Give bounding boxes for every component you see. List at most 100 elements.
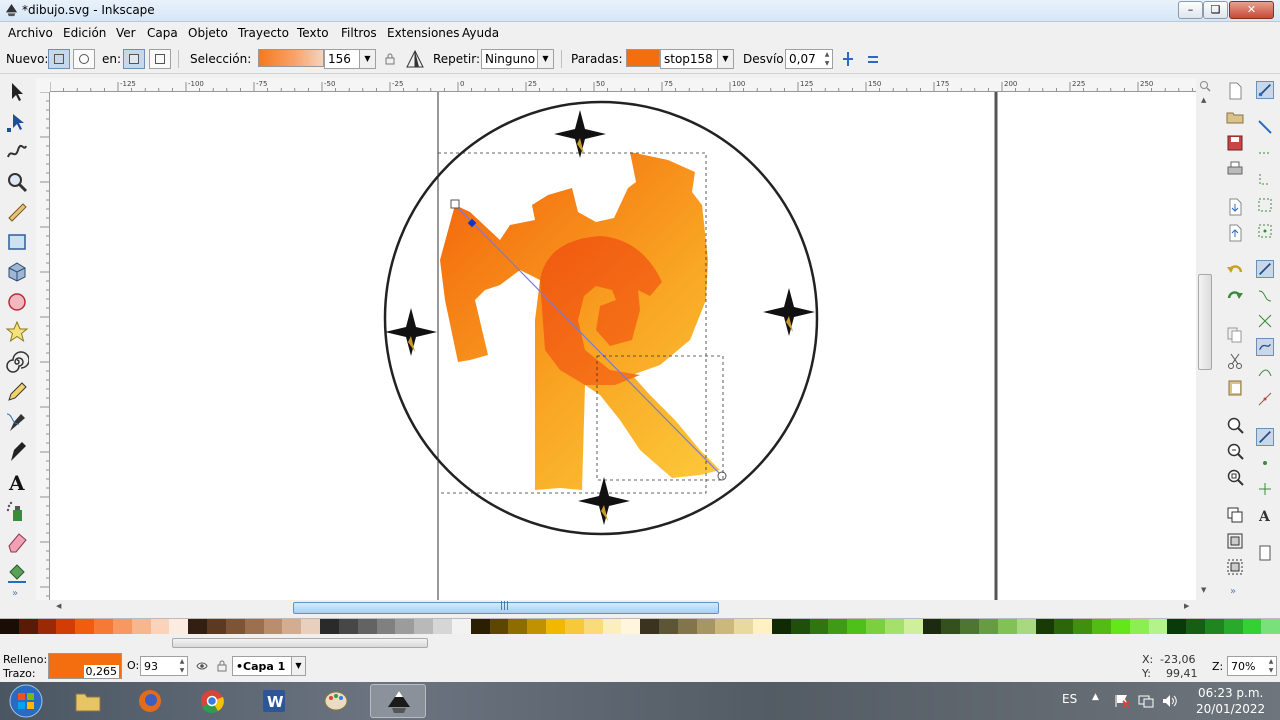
- close-button[interactable]: ✕: [1229, 1, 1274, 19]
- palette-swatch[interactable]: [244, 619, 264, 634]
- commands-overflow-icon[interactable]: »: [1230, 586, 1236, 597]
- clock-date[interactable]: 20/01/2022: [1196, 702, 1265, 716]
- snap-intersections-icon[interactable]: [1256, 312, 1274, 330]
- spray-tool-icon[interactable]: [5, 500, 29, 524]
- cut-icon[interactable]: [1226, 352, 1244, 370]
- palette-swatch[interactable]: [433, 619, 452, 634]
- palette-swatch[interactable]: [338, 619, 358, 634]
- snap-text-baseline-icon[interactable]: A: [1256, 506, 1274, 524]
- palette-swatch[interactable]: [997, 619, 1017, 634]
- palette-swatch[interactable]: [1054, 619, 1074, 634]
- palette-scroll-thumb[interactable]: [172, 638, 428, 648]
- spin-arrows-icon[interactable]: ▲ ▼: [177, 657, 187, 675]
- spin-arrows-icon[interactable]: ▲ ▼: [822, 50, 832, 68]
- palette-swatch[interactable]: [320, 619, 339, 634]
- palette-swatch[interactable]: [602, 619, 622, 634]
- palette-swatch[interactable]: [56, 619, 76, 634]
- copy-icon[interactable]: [1226, 326, 1244, 344]
- menu-edicion[interactable]: Edición: [63, 26, 106, 40]
- duplicate-icon[interactable]: [1226, 506, 1244, 524]
- snap-object-center-icon[interactable]: [1256, 454, 1274, 472]
- node-tool-icon[interactable]: [5, 110, 29, 134]
- menu-trayecto[interactable]: Trayecto: [238, 26, 289, 40]
- zoom-drawing-icon[interactable]: [1226, 442, 1244, 460]
- palette-swatch[interactable]: [640, 619, 659, 634]
- taskbar-word[interactable]: W: [246, 684, 302, 718]
- ungroup-icon[interactable]: [1226, 558, 1244, 576]
- palette-swatch[interactable]: [1035, 619, 1055, 634]
- zoom-corner-icon[interactable]: [1199, 80, 1211, 92]
- stops-combo[interactable]: stop158 ▼: [660, 49, 734, 69]
- palette-swatch[interactable]: [508, 619, 528, 634]
- menu-archivo[interactable]: Archivo: [8, 26, 53, 40]
- eraser-tool-icon[interactable]: [5, 530, 29, 554]
- palette-swatch[interactable]: [489, 619, 509, 634]
- taskbar-paint[interactable]: [308, 684, 364, 718]
- palette-swatch[interactable]: [225, 619, 245, 634]
- scroll-up-icon[interactable]: ▲: [1201, 96, 1206, 104]
- palette-swatch[interactable]: [75, 619, 95, 634]
- menu-capa[interactable]: Capa: [147, 26, 178, 40]
- print-icon[interactable]: [1226, 160, 1244, 178]
- palette-swatch[interactable]: [1205, 619, 1224, 634]
- snap-bbox-edge-icon[interactable]: [1256, 144, 1274, 162]
- toolbox-overflow-icon[interactable]: »: [12, 588, 18, 599]
- vertical-scrollbar[interactable]: ▲ ▼: [1196, 78, 1214, 600]
- palette-swatch[interactable]: [621, 619, 641, 634]
- palette-swatch[interactable]: [357, 619, 377, 634]
- snap-others-icon[interactable]: [1256, 428, 1274, 446]
- palette-swatch[interactable]: [1186, 619, 1205, 634]
- palette-swatch[interactable]: [1261, 619, 1280, 634]
- palette-swatch[interactable]: [395, 619, 415, 634]
- fill-indicator[interactable]: 0,265: [48, 653, 122, 679]
- flag-icon[interactable]: [1114, 694, 1130, 708]
- palette-swatch[interactable]: [866, 619, 885, 634]
- vertical-scroll-thumb[interactable]: [1198, 274, 1212, 370]
- palette-swatch[interactable]: [884, 619, 904, 634]
- color-palette[interactable]: [0, 618, 1280, 635]
- palette-swatch[interactable]: [301, 619, 321, 634]
- palette-swatch[interactable]: [207, 619, 226, 634]
- palette-swatch[interactable]: [696, 619, 716, 634]
- stroke-target-button[interactable]: [149, 49, 171, 69]
- language-indicator[interactable]: ES: [1062, 692, 1077, 706]
- star-right[interactable]: [763, 288, 815, 336]
- radial-gradient-button[interactable]: [73, 49, 95, 69]
- scroll-left-icon[interactable]: ◀: [56, 602, 61, 610]
- linear-gradient-button[interactable]: [48, 49, 70, 69]
- palette-swatch[interactable]: [753, 619, 772, 634]
- palette-swatch[interactable]: [828, 619, 848, 634]
- save-icon[interactable]: [1226, 134, 1244, 152]
- gradient-end-handle[interactable]: [717, 471, 727, 481]
- snap-page-border-icon[interactable]: [1256, 544, 1274, 562]
- eye-icon[interactable]: [196, 660, 208, 672]
- spin-arrows-icon[interactable]: ▲ ▼: [1266, 657, 1276, 675]
- layer-select-combo[interactable]: •Capa 1 ▼: [232, 656, 306, 676]
- drawing-canvas[interactable]: [50, 92, 1196, 600]
- palette-swatch[interactable]: [131, 619, 151, 634]
- palette-swatch[interactable]: [564, 619, 584, 634]
- horizontal-scrollbar[interactable]: ◀ ||| ▶: [50, 600, 1196, 616]
- zoom-tool-icon[interactable]: [5, 170, 29, 194]
- volume-icon[interactable]: [1162, 694, 1178, 708]
- group-icon[interactable]: [1226, 532, 1244, 550]
- palette-swatch[interactable]: [112, 619, 132, 634]
- taskbar-firefox[interactable]: [122, 684, 178, 718]
- snap-bbox-midpoint-icon[interactable]: [1256, 196, 1274, 214]
- palette-swatch[interactable]: [1129, 619, 1149, 634]
- menu-ayuda[interactable]: Ayuda: [462, 26, 499, 40]
- spiral-tool-icon[interactable]: [5, 350, 29, 374]
- horizontal-scroll-thumb[interactable]: |||: [293, 601, 719, 614]
- star-bottom[interactable]: [578, 477, 630, 525]
- palette-swatch[interactable]: [715, 619, 735, 634]
- fill-target-button[interactable]: [123, 49, 145, 69]
- clock-time[interactable]: 06:23 p.m.: [1198, 686, 1263, 700]
- tray-overflow-icon[interactable]: ▲: [1092, 692, 1099, 702]
- menu-extensiones[interactable]: Extensiones: [387, 26, 460, 40]
- redo-icon[interactable]: [1226, 288, 1244, 306]
- snap-enable-icon[interactable]: [1256, 81, 1274, 99]
- insert-stop-icon[interactable]: [841, 51, 855, 67]
- snap-rotation-center-icon[interactable]: [1256, 480, 1274, 498]
- import-icon[interactable]: [1226, 198, 1244, 216]
- palette-swatch[interactable]: [0, 619, 19, 634]
